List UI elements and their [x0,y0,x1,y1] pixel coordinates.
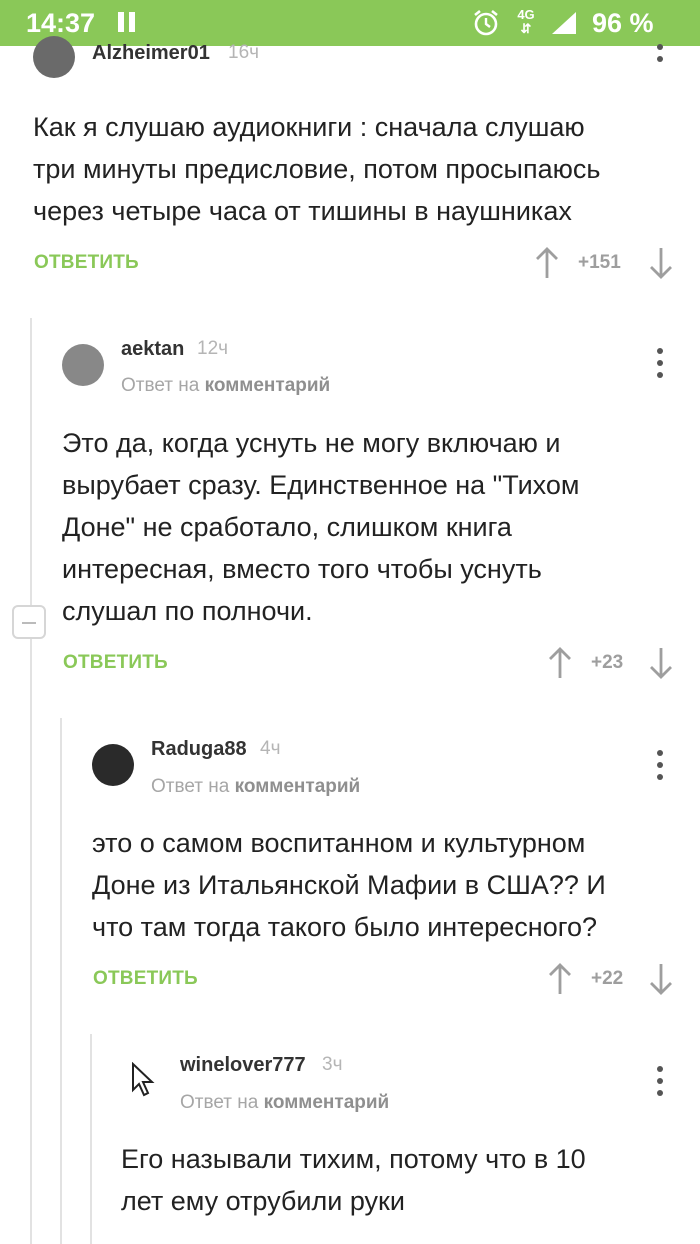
reply-to-target[interactable]: комментарий [264,1092,390,1113]
reply-to-prefix: Ответ на [180,1092,259,1113]
comment-text: Его называли тихим, потому что в 10 лет … [121,1138,586,1222]
comment-line: Его называли тихим, потому что в 10 [121,1144,586,1174]
comment-line: лет ему отрубили руки [121,1186,405,1216]
more-options-icon[interactable] [655,1066,665,1096]
comment-time: 3ч [322,1054,343,1075]
cursor-icon [132,1062,155,1097]
comment: winelover777 3ч Ответ на комментарий Его… [0,0,700,1244]
reply-to-link[interactable]: Ответ на комментарий [180,1092,389,1114]
comment-author[interactable]: winelover777 [180,1054,306,1077]
